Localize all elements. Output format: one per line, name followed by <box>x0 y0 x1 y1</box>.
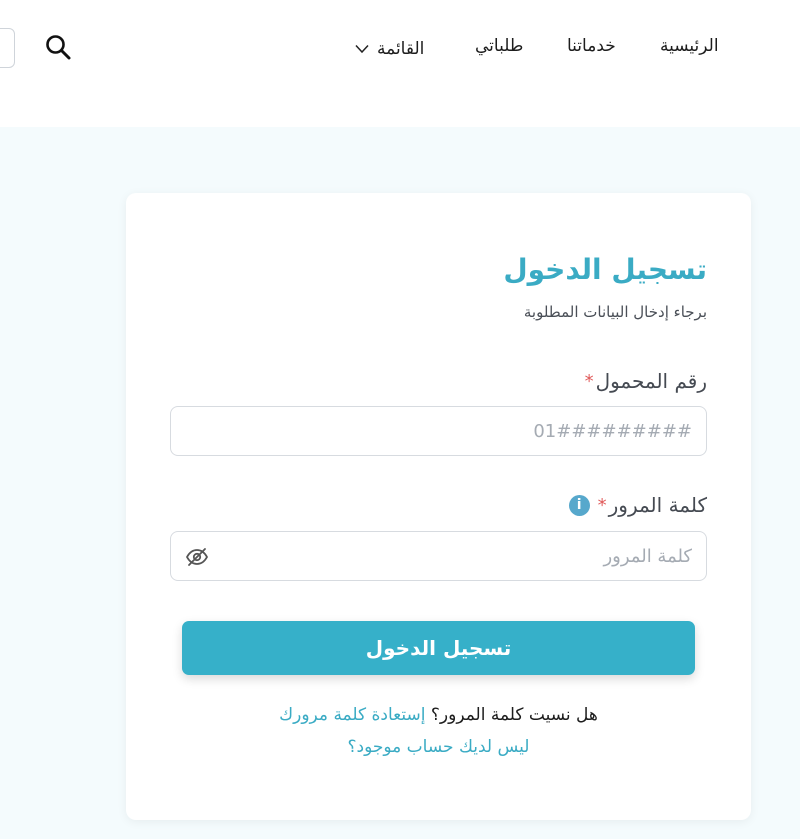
nav-menu-dropdown[interactable]: القائمة <box>355 36 424 62</box>
forgot-question: هل نسيت كلمة المرور؟ <box>430 705 598 725</box>
required-mark: * <box>584 370 594 392</box>
password-label: كلمة المرور <box>608 493 707 517</box>
eye-off-icon[interactable] <box>185 545 209 569</box>
phone-label: رقم المحمول <box>595 369 707 393</box>
recover-password-link[interactable]: إستعادة كلمة مرورك <box>279 705 425 725</box>
required-mark: * <box>597 494 607 516</box>
search-button[interactable] <box>42 31 74 63</box>
phone-label-row: رقم المحمول * <box>585 369 707 393</box>
login-card: تسجيل الدخول برجاء إدخال البيانات المطلو… <box>126 193 751 820</box>
password-placeholder: كلمة المرور <box>603 545 692 567</box>
info-icon[interactable]: i <box>568 494 590 516</box>
page-subtitle: برجاء إدخال البيانات المطلوبة <box>523 303 707 321</box>
nav-orders[interactable]: طلباتي <box>475 36 523 62</box>
password-label-row: كلمة المرور * i <box>568 493 707 517</box>
page-title: تسجيل الدخول <box>503 253 707 286</box>
nav-services[interactable]: خدماتنا <box>567 36 616 62</box>
chevron-down-icon <box>355 44 369 54</box>
partial-button[interactable] <box>0 28 15 68</box>
top-navbar: الرئيسية خدماتنا طلباتي القائمة <box>0 0 800 127</box>
no-account-row: ليس لديك حساب موجود؟ <box>126 737 751 757</box>
register-link[interactable]: ليس لديك حساب موجود؟ <box>348 737 530 757</box>
nav-home[interactable]: الرئيسية <box>660 36 719 62</box>
forgot-password-row: هل نسيت كلمة المرور؟ إستعادة كلمة مرورك <box>126 705 751 725</box>
phone-placeholder: 01######### <box>533 420 692 442</box>
password-input[interactable]: كلمة المرور <box>170 531 707 581</box>
phone-input[interactable]: 01######### <box>170 406 707 456</box>
search-icon <box>46 35 71 60</box>
nav-menu-label: القائمة <box>377 39 425 59</box>
login-submit-button[interactable]: تسجيل الدخول <box>182 621 695 675</box>
